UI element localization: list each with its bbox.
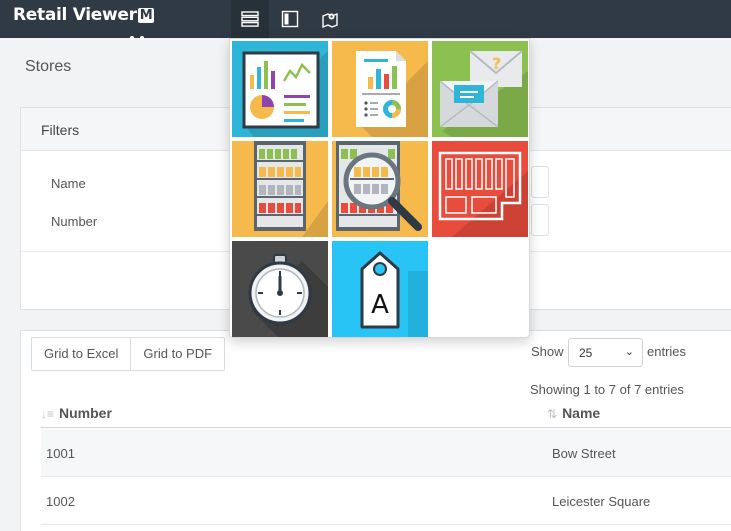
list-view-icon bbox=[241, 11, 259, 27]
sidebar-toggle-icon bbox=[281, 10, 299, 28]
name-filter-label: Name bbox=[51, 176, 86, 191]
messages-tile[interactable]: ? bbox=[432, 41, 528, 137]
price-tag-icon: A bbox=[332, 241, 428, 337]
table-row[interactable]: 1002 Leicester Square bbox=[41, 477, 731, 525]
column-header-number[interactable]: ↓≡ Number bbox=[41, 405, 112, 421]
sort-both-icon: ⇅ bbox=[547, 407, 558, 421]
messages-mail-icon: ? bbox=[432, 41, 528, 137]
map-store-icon bbox=[322, 12, 338, 28]
grid-to-pdf-button[interactable]: Grid to PDF bbox=[130, 338, 224, 370]
grid-to-excel-button[interactable]: Grid to Excel bbox=[32, 338, 130, 370]
chevron-down-icon: ⌄ bbox=[624, 346, 634, 358]
name-filter-input[interactable] bbox=[531, 166, 549, 198]
dashboard-charts-icon bbox=[232, 41, 328, 137]
show-label: Show bbox=[531, 344, 564, 359]
cell-name: Leicester Square bbox=[552, 494, 651, 509]
price-tag-tile[interactable]: A bbox=[332, 241, 428, 337]
column-header-name[interactable]: ⇅ Name bbox=[547, 405, 600, 421]
map-store-button[interactable] bbox=[311, 0, 349, 38]
brand-badge: M bbox=[137, 8, 155, 23]
reports-tile[interactable] bbox=[332, 41, 428, 137]
report-document-icon bbox=[332, 41, 428, 137]
column-header-number-label: Number bbox=[59, 405, 112, 421]
svg-text:A: A bbox=[371, 290, 389, 320]
grid-info: Showing 1 to 7 of 7 entries bbox=[530, 382, 684, 397]
sort-ascending-icon: ↓≡ bbox=[41, 407, 55, 421]
brand-text: Retail Viewer bbox=[13, 5, 137, 25]
export-button-group: Grid to Excel Grid to PDF bbox=[31, 337, 226, 371]
shelf-inspection-magnifier-icon bbox=[332, 141, 428, 237]
number-filter-input[interactable] bbox=[531, 204, 549, 236]
stopwatch-icon bbox=[232, 241, 328, 337]
page-title: Stores bbox=[25, 58, 72, 75]
app-logo[interactable]: Retail Viewer M bbox=[13, 5, 155, 25]
page-size-value: 25 bbox=[579, 346, 593, 360]
store-shelves-icon bbox=[232, 141, 328, 237]
stopwatch-tile[interactable] bbox=[232, 241, 328, 337]
table-row[interactable]: 1001 Bow Street bbox=[41, 429, 731, 477]
shelf-inspection-tile[interactable] bbox=[332, 141, 428, 237]
logo-cart-wheels bbox=[130, 28, 150, 43]
dashboard-tile[interactable] bbox=[232, 41, 328, 137]
store-shelves-tile[interactable] bbox=[232, 141, 328, 237]
number-filter-label: Number bbox=[51, 214, 98, 229]
table-header-divider bbox=[41, 427, 731, 428]
list-view-button[interactable] bbox=[231, 0, 269, 38]
sidebar-toggle-button[interactable] bbox=[271, 0, 309, 38]
page-size-select[interactable]: 25 ⌄ bbox=[568, 338, 643, 367]
cell-number: 1002 bbox=[46, 494, 75, 509]
app-launcher-menu: ? A bbox=[229, 38, 530, 338]
cell-number: 1001 bbox=[46, 446, 75, 461]
entries-label: entries bbox=[647, 344, 687, 359]
column-header-name-label: Name bbox=[562, 405, 601, 421]
store-floor-plan-icon bbox=[432, 141, 528, 237]
top-navbar: Retail Viewer M bbox=[0, 0, 731, 40]
cell-name: Bow Street bbox=[552, 446, 616, 461]
floor-plan-tile[interactable] bbox=[432, 141, 528, 237]
svg-text:?: ? bbox=[492, 54, 501, 73]
